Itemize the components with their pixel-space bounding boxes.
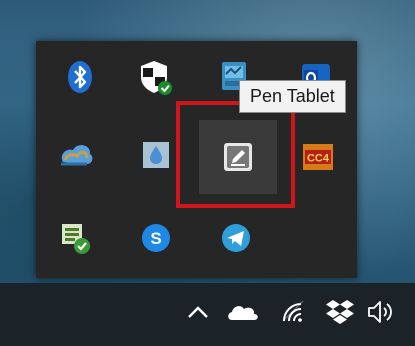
skype-icon[interactable]: S: [136, 218, 176, 258]
wifi-icon[interactable]: [276, 295, 310, 329]
dropbox-icon[interactable]: [323, 295, 357, 329]
onedrive-icon[interactable]: [226, 295, 260, 329]
cc-app-label: CC4: [307, 153, 330, 165]
cc-app-icon[interactable]: CC4: [298, 137, 338, 177]
highlight-box: [176, 101, 295, 208]
cloud-app-icon[interactable]: [56, 135, 96, 175]
show-hidden-icons-chevron-icon[interactable]: [181, 295, 215, 329]
skype-label: S: [150, 229, 161, 248]
sync-check-icon[interactable]: [56, 218, 96, 258]
pen-tablet-tooltip: Pen Tablet: [239, 80, 346, 113]
volume-icon[interactable]: [366, 295, 400, 329]
generic-app-icon[interactable]: [136, 135, 176, 175]
bluetooth-icon[interactable]: [60, 57, 100, 97]
windows-security-icon[interactable]: [136, 57, 176, 97]
telegram-icon[interactable]: [216, 218, 256, 258]
